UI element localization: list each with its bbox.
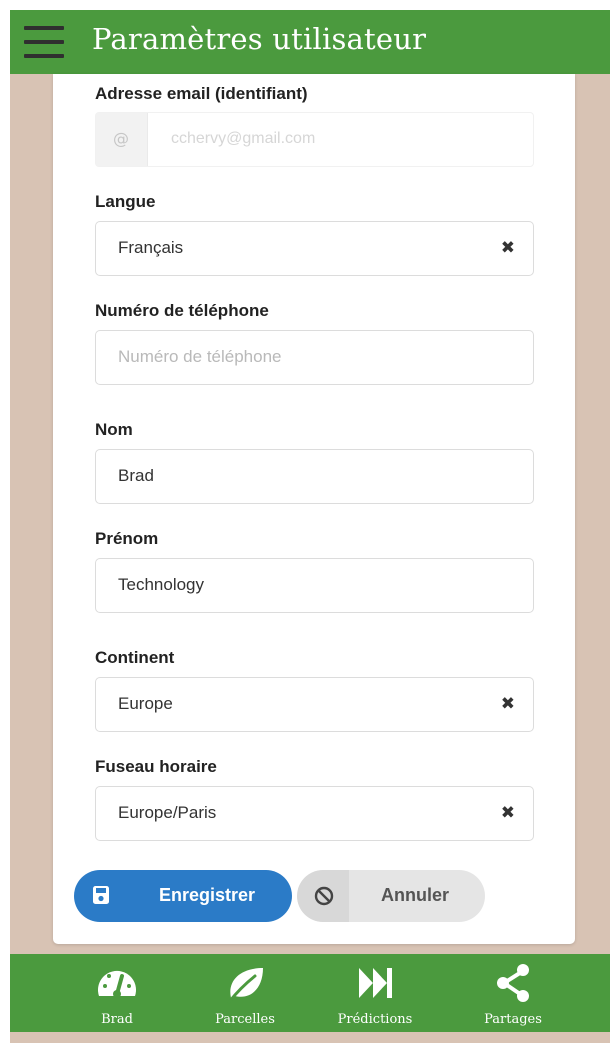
- last-name-value: Brad: [118, 466, 154, 485]
- ban-icon: [314, 886, 334, 906]
- language-value: Français: [118, 238, 184, 257]
- nav-item-brad[interactable]: Brad: [62, 954, 172, 1032]
- language-select[interactable]: Français ✖: [95, 221, 534, 276]
- at-sign-icon: @: [113, 129, 129, 148]
- continent-select[interactable]: Europe ✖: [95, 677, 534, 732]
- phone-placeholder: Numéro de téléphone: [118, 347, 282, 366]
- continent-label: Continent: [95, 648, 175, 667]
- save-button[interactable]: Enregistrer: [74, 870, 292, 922]
- continent-value: Europe: [118, 694, 173, 713]
- floppy-disk-icon: [93, 886, 109, 904]
- cancel-button[interactable]: Annuler: [297, 870, 485, 922]
- phone-input[interactable]: Numéro de téléphone: [95, 330, 534, 385]
- page-title: Paramètres utilisateur: [92, 22, 427, 56]
- first-name-label: Prénom: [95, 529, 159, 548]
- app-frame: Paramètres utilisateur Adresse email (id…: [0, 0, 610, 1043]
- email-value: cchervy@gmail.com: [171, 130, 316, 147]
- cancel-icon-wrap: [297, 870, 349, 922]
- hamburger-menu-icon[interactable]: [24, 24, 64, 60]
- timezone-label: Fuseau horaire: [95, 757, 217, 776]
- leaf-icon: [227, 968, 263, 1004]
- clear-icon[interactable]: ✖: [501, 803, 515, 823]
- app-header: Paramètres utilisateur: [10, 10, 610, 74]
- timezone-select[interactable]: Europe/Paris ✖: [95, 786, 534, 841]
- cancel-button-label: Annuler: [381, 885, 450, 905]
- dashboard-gauge-icon: [98, 970, 136, 998]
- nav-item-predictions[interactable]: Prédictions: [320, 954, 430, 1032]
- last-name-label: Nom: [95, 420, 133, 439]
- last-name-input[interactable]: Brad: [95, 449, 534, 504]
- share-icon: [497, 964, 529, 1002]
- fast-forward-icon: [359, 968, 392, 998]
- nav-item-partages[interactable]: Partages: [458, 954, 568, 1032]
- nav-label-parcelles: Parcelles: [215, 1012, 275, 1027]
- email-field: @ cchervy@gmail.com: [95, 112, 534, 167]
- nav-item-parcelles[interactable]: Parcelles: [190, 954, 300, 1032]
- clear-icon[interactable]: ✖: [501, 694, 515, 714]
- nav-label-predictions: Prédictions: [337, 1012, 413, 1027]
- timezone-value: Europe/Paris: [118, 803, 217, 822]
- first-name-value: Technology: [118, 575, 205, 594]
- clear-icon[interactable]: ✖: [501, 238, 515, 258]
- nav-label-brad: Brad: [101, 1012, 133, 1027]
- email-addon: @: [96, 113, 148, 166]
- bottom-navigation: Brad Parcelles Prédictions Partages: [10, 954, 610, 1032]
- email-label: Adresse email (identifiant): [95, 84, 308, 103]
- language-label: Langue: [95, 192, 156, 211]
- first-name-input[interactable]: Technology: [95, 558, 534, 613]
- save-button-label: Enregistrer: [159, 885, 256, 905]
- phone-label: Numéro de téléphone: [95, 301, 269, 320]
- nav-label-partages: Partages: [484, 1012, 542, 1027]
